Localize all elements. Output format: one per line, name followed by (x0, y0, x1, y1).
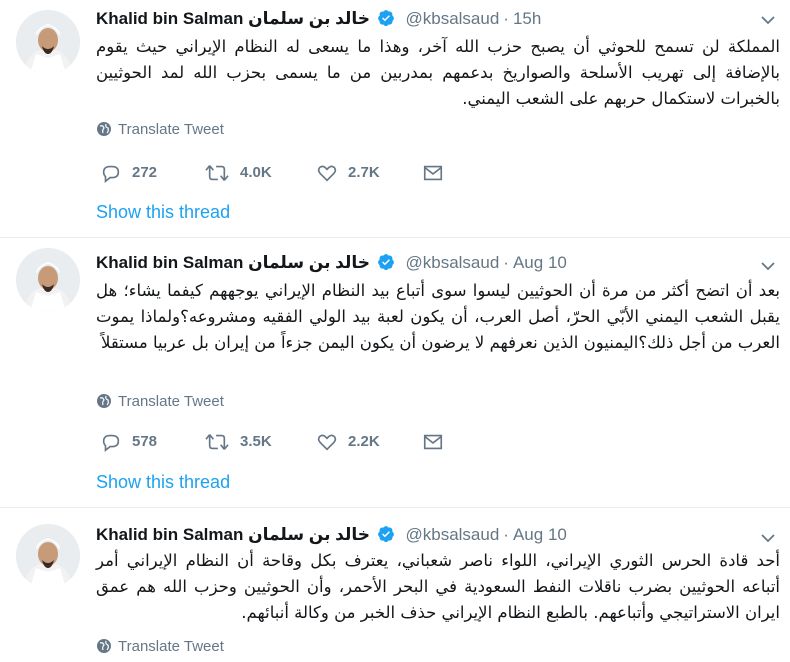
retweet-count: 3.5K (240, 433, 272, 450)
author-handle[interactable]: @kbsalsaud (405, 9, 499, 28)
globe-icon (97, 394, 111, 408)
tweet-actions: 578 3.5K 2.2K (96, 429, 496, 455)
like-button[interactable]: 2.2K (316, 429, 380, 455)
share-icon (423, 434, 443, 450)
retweet-button[interactable]: 4.0K (204, 160, 272, 186)
share-button[interactable] (422, 160, 454, 186)
caret-down-icon[interactable] (760, 258, 776, 274)
reply-button[interactable]: 578 (100, 429, 157, 455)
tweet-header: Khalid bin Salman خالد بن سلمان @kbsalsa… (96, 8, 776, 30)
tweet-text: بعد أن اتضح أكثر من مرة أن الحوثيين ليسو… (96, 281, 780, 352)
tweet[interactable]: Khalid bin Salman خالد بن سلمان @kbsalsa… (0, 238, 790, 508)
like-icon (317, 434, 337, 451)
author-name[interactable]: Khalid bin Salman خالد بن سلمان (96, 9, 370, 28)
like-count: 2.7K (348, 164, 380, 181)
avatar[interactable] (16, 248, 80, 312)
separator-dot: · (503, 9, 509, 28)
author-name[interactable]: Khalid bin Salman خالد بن سلمان (96, 525, 370, 544)
caret-down-icon[interactable] (760, 12, 776, 28)
reply-button[interactable]: 272 (100, 160, 157, 186)
caret-down-icon[interactable] (760, 530, 776, 546)
show-thread-link[interactable]: Show this thread (96, 470, 230, 494)
tweet-timestamp[interactable]: Aug 10 (513, 253, 567, 272)
separator-dot: · (503, 253, 509, 272)
avatar[interactable] (16, 10, 80, 74)
verified-badge-icon (377, 9, 395, 33)
tweet-timestamp[interactable]: Aug 10 (513, 525, 567, 544)
tweet-text: أحد قادة الحرس الثوري الإيراني، اللواء ن… (96, 551, 780, 622)
retweet-button[interactable]: 3.5K (204, 429, 272, 455)
translate-tweet-link[interactable]: Translate Tweet (96, 637, 224, 657)
retweet-icon (205, 165, 229, 181)
reply-count: 272 (132, 164, 158, 181)
tweet[interactable]: Khalid bin Salman خالد بن سلمان @kbsalsa… (0, 508, 790, 662)
tweet-text: المملكة لن تسمح للحوثي أن يصبح حزب الله … (96, 37, 780, 108)
author-handle[interactable]: @kbsalsaud (405, 253, 499, 272)
like-icon (317, 165, 337, 182)
tweet-header: Khalid bin Salman خالد بن سلمان @kbsalsa… (96, 524, 776, 546)
tweet[interactable]: Khalid bin Salman خالد بن سلمان @kbsalsa… (0, 0, 790, 238)
translate-tweet-link[interactable]: Translate Tweet (96, 120, 224, 140)
tweet-timestamp[interactable]: 15h (513, 9, 541, 28)
share-icon (423, 165, 443, 181)
globe-icon (97, 122, 111, 136)
translate-label: Translate Tweet (118, 121, 224, 138)
translate-label: Translate Tweet (118, 393, 224, 410)
retweet-count: 4.0K (240, 164, 272, 181)
reply-icon (102, 434, 120, 452)
author-handle[interactable]: @kbsalsaud (405, 525, 499, 544)
like-count: 2.2K (348, 433, 380, 450)
reply-icon (102, 165, 120, 183)
verified-badge-icon (377, 253, 395, 277)
reply-count: 578 (132, 433, 158, 450)
tweet-header: Khalid bin Salman خالد بن سلمان @kbsalsa… (96, 252, 776, 274)
author-name[interactable]: Khalid bin Salman خالد بن سلمان (96, 253, 370, 272)
translate-tweet-link[interactable]: Translate Tweet (96, 392, 224, 412)
share-button[interactable] (422, 429, 454, 455)
separator-dot: · (503, 525, 509, 544)
translate-label: Translate Tweet (118, 638, 224, 655)
retweet-icon (205, 434, 229, 450)
avatar[interactable] (16, 524, 80, 588)
globe-icon (97, 639, 111, 653)
verified-badge-icon (377, 525, 395, 549)
show-thread-link[interactable]: Show this thread (96, 200, 230, 224)
like-button[interactable]: 2.7K (316, 160, 380, 186)
tweet-actions: 272 4.0K 2.7K (96, 160, 496, 186)
